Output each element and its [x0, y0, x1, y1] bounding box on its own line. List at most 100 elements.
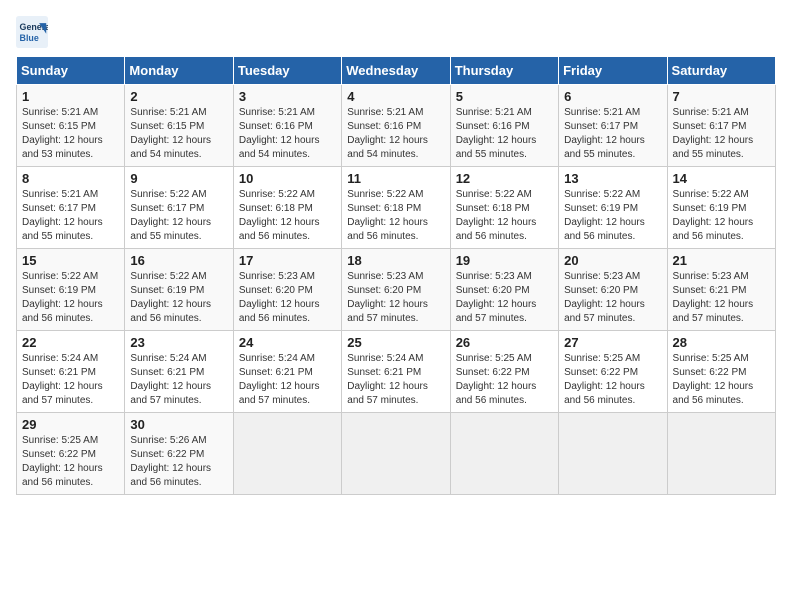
- weekday-sunday: Sunday: [17, 57, 125, 85]
- calendar-cell: 11 Sunrise: 5:22 AM Sunset: 6:18 PM Dayl…: [342, 167, 450, 249]
- calendar-week-5: 29 Sunrise: 5:25 AM Sunset: 6:22 PM Dayl…: [17, 413, 776, 495]
- calendar-cell: [667, 413, 775, 495]
- calendar-cell: [559, 413, 667, 495]
- calendar-cell: 2 Sunrise: 5:21 AM Sunset: 6:15 PM Dayli…: [125, 85, 233, 167]
- day-number: 23: [130, 335, 227, 350]
- day-info: Sunrise: 5:22 AM Sunset: 6:19 PM Dayligh…: [673, 188, 770, 244]
- calendar-cell: [342, 413, 450, 495]
- calendar-cell: 8 Sunrise: 5:21 AM Sunset: 6:17 PM Dayli…: [17, 167, 125, 249]
- calendar-table: SundayMondayTuesdayWednesdayThursdayFrid…: [16, 56, 776, 495]
- calendar-week-3: 15 Sunrise: 5:22 AM Sunset: 6:19 PM Dayl…: [17, 249, 776, 331]
- calendar-cell: 29 Sunrise: 5:25 AM Sunset: 6:22 PM Dayl…: [17, 413, 125, 495]
- day-number: 5: [456, 89, 553, 104]
- day-number: 17: [239, 253, 336, 268]
- day-info: Sunrise: 5:25 AM Sunset: 6:22 PM Dayligh…: [673, 352, 770, 408]
- day-number: 20: [564, 253, 661, 268]
- day-number: 2: [130, 89, 227, 104]
- day-number: 13: [564, 171, 661, 186]
- day-number: 4: [347, 89, 444, 104]
- calendar-body: 1 Sunrise: 5:21 AM Sunset: 6:15 PM Dayli…: [17, 85, 776, 495]
- day-info: Sunrise: 5:21 AM Sunset: 6:16 PM Dayligh…: [347, 106, 444, 162]
- calendar-cell: 18 Sunrise: 5:23 AM Sunset: 6:20 PM Dayl…: [342, 249, 450, 331]
- day-info: Sunrise: 5:21 AM Sunset: 6:15 PM Dayligh…: [130, 106, 227, 162]
- calendar-cell: 4 Sunrise: 5:21 AM Sunset: 6:16 PM Dayli…: [342, 85, 450, 167]
- day-number: 28: [673, 335, 770, 350]
- day-number: 27: [564, 335, 661, 350]
- day-number: 1: [22, 89, 119, 104]
- calendar-cell: [450, 413, 558, 495]
- day-info: Sunrise: 5:22 AM Sunset: 6:17 PM Dayligh…: [130, 188, 227, 244]
- calendar-cell: 24 Sunrise: 5:24 AM Sunset: 6:21 PM Dayl…: [233, 331, 341, 413]
- day-number: 25: [347, 335, 444, 350]
- calendar-week-4: 22 Sunrise: 5:24 AM Sunset: 6:21 PM Dayl…: [17, 331, 776, 413]
- weekday-friday: Friday: [559, 57, 667, 85]
- calendar-cell: 22 Sunrise: 5:24 AM Sunset: 6:21 PM Dayl…: [17, 331, 125, 413]
- day-number: 15: [22, 253, 119, 268]
- day-info: Sunrise: 5:24 AM Sunset: 6:21 PM Dayligh…: [347, 352, 444, 408]
- day-info: Sunrise: 5:22 AM Sunset: 6:18 PM Dayligh…: [347, 188, 444, 244]
- day-info: Sunrise: 5:23 AM Sunset: 6:21 PM Dayligh…: [673, 270, 770, 326]
- day-info: Sunrise: 5:26 AM Sunset: 6:22 PM Dayligh…: [130, 434, 227, 490]
- day-info: Sunrise: 5:25 AM Sunset: 6:22 PM Dayligh…: [22, 434, 119, 490]
- day-info: Sunrise: 5:24 AM Sunset: 6:21 PM Dayligh…: [22, 352, 119, 408]
- calendar-cell: 13 Sunrise: 5:22 AM Sunset: 6:19 PM Dayl…: [559, 167, 667, 249]
- calendar-cell: 3 Sunrise: 5:21 AM Sunset: 6:16 PM Dayli…: [233, 85, 341, 167]
- day-number: 18: [347, 253, 444, 268]
- logo: General Blue: [16, 16, 52, 48]
- day-number: 19: [456, 253, 553, 268]
- day-number: 29: [22, 417, 119, 432]
- calendar-cell: 1 Sunrise: 5:21 AM Sunset: 6:15 PM Dayli…: [17, 85, 125, 167]
- calendar-cell: 16 Sunrise: 5:22 AM Sunset: 6:19 PM Dayl…: [125, 249, 233, 331]
- page-header: General Blue: [16, 16, 776, 48]
- day-info: Sunrise: 5:22 AM Sunset: 6:19 PM Dayligh…: [564, 188, 661, 244]
- day-number: 6: [564, 89, 661, 104]
- calendar-week-1: 1 Sunrise: 5:21 AM Sunset: 6:15 PM Dayli…: [17, 85, 776, 167]
- day-info: Sunrise: 5:23 AM Sunset: 6:20 PM Dayligh…: [239, 270, 336, 326]
- day-number: 26: [456, 335, 553, 350]
- day-number: 7: [673, 89, 770, 104]
- calendar-cell: 14 Sunrise: 5:22 AM Sunset: 6:19 PM Dayl…: [667, 167, 775, 249]
- day-info: Sunrise: 5:21 AM Sunset: 6:17 PM Dayligh…: [673, 106, 770, 162]
- day-info: Sunrise: 5:24 AM Sunset: 6:21 PM Dayligh…: [130, 352, 227, 408]
- calendar-cell: 10 Sunrise: 5:22 AM Sunset: 6:18 PM Dayl…: [233, 167, 341, 249]
- calendar-cell: 20 Sunrise: 5:23 AM Sunset: 6:20 PM Dayl…: [559, 249, 667, 331]
- calendar-cell: 27 Sunrise: 5:25 AM Sunset: 6:22 PM Dayl…: [559, 331, 667, 413]
- calendar-cell: 21 Sunrise: 5:23 AM Sunset: 6:21 PM Dayl…: [667, 249, 775, 331]
- day-number: 14: [673, 171, 770, 186]
- day-info: Sunrise: 5:22 AM Sunset: 6:18 PM Dayligh…: [456, 188, 553, 244]
- day-info: Sunrise: 5:25 AM Sunset: 6:22 PM Dayligh…: [456, 352, 553, 408]
- weekday-saturday: Saturday: [667, 57, 775, 85]
- calendar-cell: 28 Sunrise: 5:25 AM Sunset: 6:22 PM Dayl…: [667, 331, 775, 413]
- day-number: 22: [22, 335, 119, 350]
- day-number: 30: [130, 417, 227, 432]
- day-info: Sunrise: 5:23 AM Sunset: 6:20 PM Dayligh…: [564, 270, 661, 326]
- day-info: Sunrise: 5:23 AM Sunset: 6:20 PM Dayligh…: [347, 270, 444, 326]
- day-info: Sunrise: 5:21 AM Sunset: 6:15 PM Dayligh…: [22, 106, 119, 162]
- day-info: Sunrise: 5:21 AM Sunset: 6:17 PM Dayligh…: [564, 106, 661, 162]
- logo-icon: General Blue: [16, 16, 48, 48]
- weekday-tuesday: Tuesday: [233, 57, 341, 85]
- calendar-cell: 19 Sunrise: 5:23 AM Sunset: 6:20 PM Dayl…: [450, 249, 558, 331]
- calendar-cell: 26 Sunrise: 5:25 AM Sunset: 6:22 PM Dayl…: [450, 331, 558, 413]
- weekday-header-row: SundayMondayTuesdayWednesdayThursdayFrid…: [17, 57, 776, 85]
- day-number: 9: [130, 171, 227, 186]
- weekday-wednesday: Wednesday: [342, 57, 450, 85]
- day-number: 24: [239, 335, 336, 350]
- day-info: Sunrise: 5:23 AM Sunset: 6:20 PM Dayligh…: [456, 270, 553, 326]
- day-info: Sunrise: 5:25 AM Sunset: 6:22 PM Dayligh…: [564, 352, 661, 408]
- day-info: Sunrise: 5:22 AM Sunset: 6:18 PM Dayligh…: [239, 188, 336, 244]
- day-number: 12: [456, 171, 553, 186]
- calendar-cell: 7 Sunrise: 5:21 AM Sunset: 6:17 PM Dayli…: [667, 85, 775, 167]
- day-info: Sunrise: 5:22 AM Sunset: 6:19 PM Dayligh…: [22, 270, 119, 326]
- calendar-cell: 23 Sunrise: 5:24 AM Sunset: 6:21 PM Dayl…: [125, 331, 233, 413]
- day-number: 21: [673, 253, 770, 268]
- day-info: Sunrise: 5:21 AM Sunset: 6:16 PM Dayligh…: [239, 106, 336, 162]
- calendar-week-2: 8 Sunrise: 5:21 AM Sunset: 6:17 PM Dayli…: [17, 167, 776, 249]
- day-number: 8: [22, 171, 119, 186]
- day-info: Sunrise: 5:24 AM Sunset: 6:21 PM Dayligh…: [239, 352, 336, 408]
- calendar-cell: 25 Sunrise: 5:24 AM Sunset: 6:21 PM Dayl…: [342, 331, 450, 413]
- calendar-cell: 30 Sunrise: 5:26 AM Sunset: 6:22 PM Dayl…: [125, 413, 233, 495]
- calendar-cell: 17 Sunrise: 5:23 AM Sunset: 6:20 PM Dayl…: [233, 249, 341, 331]
- day-number: 11: [347, 171, 444, 186]
- day-info: Sunrise: 5:22 AM Sunset: 6:19 PM Dayligh…: [130, 270, 227, 326]
